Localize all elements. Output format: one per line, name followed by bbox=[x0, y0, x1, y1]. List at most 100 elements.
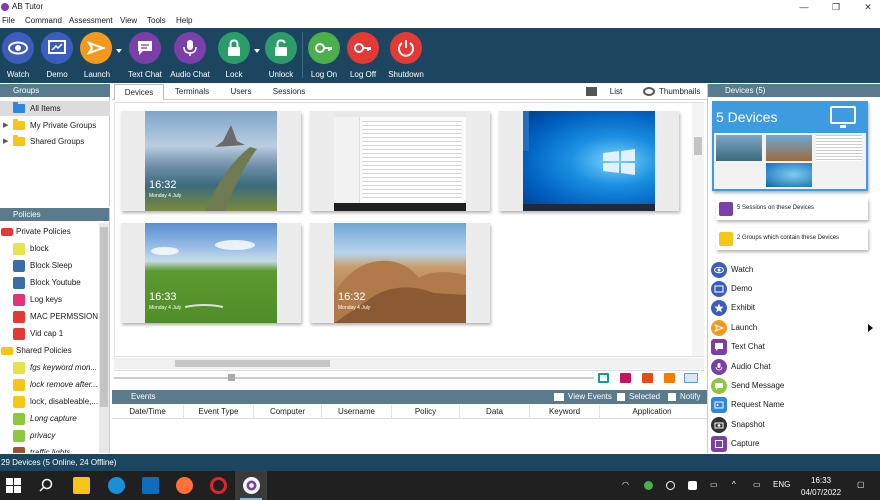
language-indicator[interactable]: ENG bbox=[773, 480, 790, 489]
window-view-icon[interactable] bbox=[620, 373, 631, 383]
shared-policies-category[interactable]: Shared Policies bbox=[0, 342, 98, 359]
column-header[interactable]: Computer bbox=[254, 405, 322, 419]
menu-view[interactable]: View bbox=[120, 16, 137, 25]
action-exhibit[interactable]: Exhibit bbox=[711, 299, 876, 317]
menu-command[interactable]: Command bbox=[25, 16, 62, 25]
policy-item[interactable]: Block Youtube bbox=[0, 274, 98, 291]
action-audio-chat[interactable]: Audio Chat bbox=[711, 358, 876, 376]
policy-item[interactable]: lock, disableable,... bbox=[0, 393, 98, 410]
group-my-private-groups[interactable]: ▶ My Private Groups bbox=[0, 118, 110, 133]
text-chat-button[interactable]: Text Chat bbox=[125, 28, 165, 83]
image-view-icon[interactable] bbox=[642, 373, 653, 383]
policy-item[interactable]: block bbox=[0, 240, 98, 257]
action-capture[interactable]: Capture bbox=[711, 435, 876, 453]
notify-checkbox[interactable] bbox=[668, 393, 676, 401]
group-shared-groups[interactable]: ▶ Shared Groups bbox=[0, 134, 110, 149]
groups-info-button[interactable]: 2 Groups which contain these Devices bbox=[716, 228, 868, 250]
column-header[interactable]: Application bbox=[600, 405, 704, 419]
lock-dropdown-icon[interactable] bbox=[254, 49, 260, 53]
audio-chat-button[interactable]: Audio Chat bbox=[169, 28, 211, 83]
device-thumbnail[interactable]: 16:33 Monday 4 July bbox=[121, 223, 301, 323]
lock-button[interactable]: Lock bbox=[216, 28, 260, 83]
policy-item[interactable]: fgs keyword mon... bbox=[0, 359, 98, 376]
menu-assessment[interactable]: Assessment bbox=[69, 16, 113, 25]
column-header[interactable]: Username bbox=[322, 405, 392, 419]
search-icon[interactable] bbox=[38, 477, 55, 494]
action-watch[interactable]: Watch bbox=[711, 261, 876, 279]
policy-item[interactable]: Log keys bbox=[0, 291, 98, 308]
column-header[interactable]: Data bbox=[460, 405, 530, 419]
action-demo[interactable]: Demo bbox=[711, 280, 876, 298]
edge-icon[interactable] bbox=[108, 477, 125, 494]
log-on-button[interactable]: Log On bbox=[306, 28, 342, 83]
action-send-message[interactable]: Send Message bbox=[711, 377, 876, 395]
network-icon[interactable]: ▭ bbox=[710, 480, 718, 489]
clock-time[interactable]: 16:33 bbox=[811, 476, 831, 485]
action-snapshot[interactable]: Snapshot bbox=[711, 416, 876, 434]
action-launch[interactable]: Launch bbox=[711, 319, 876, 337]
notifications-icon[interactable]: ▢ bbox=[857, 480, 865, 489]
list-view-icon[interactable] bbox=[586, 87, 597, 96]
selected-checkbox[interactable] bbox=[617, 393, 625, 401]
policy-item[interactable]: Vid cap 1 bbox=[0, 325, 98, 342]
maximize-button[interactable]: ❐ bbox=[826, 1, 846, 13]
column-header[interactable]: Date/Time bbox=[112, 405, 184, 419]
thumbnails-horizontal-scrollbar[interactable] bbox=[114, 358, 704, 369]
expand-arrow-icon[interactable]: ▶ bbox=[3, 118, 8, 133]
demo-button[interactable]: Demo bbox=[38, 28, 76, 83]
group-all-items[interactable]: All Items bbox=[0, 101, 110, 116]
eye-icon[interactable] bbox=[643, 87, 655, 96]
device-thumbnail[interactable]: 16:32 Monday 4 July bbox=[121, 111, 301, 211]
view-events-button[interactable]: View Events bbox=[568, 390, 612, 404]
scrollbar-thumb[interactable] bbox=[694, 137, 702, 155]
minimize-button[interactable]: — bbox=[794, 1, 814, 13]
column-header[interactable]: Event Type bbox=[184, 405, 254, 419]
windows-start-icon[interactable] bbox=[5, 477, 22, 494]
file-explorer-icon[interactable] bbox=[73, 477, 90, 494]
wifi-icon[interactable]: ◠ bbox=[622, 480, 629, 489]
unlock-button[interactable]: Unlock bbox=[264, 28, 298, 83]
firefox-icon[interactable] bbox=[176, 477, 193, 494]
device-thumbnail[interactable] bbox=[499, 111, 679, 211]
tab-terminals[interactable]: Terminals bbox=[167, 84, 217, 100]
expand-arrow-icon[interactable]: ▶ bbox=[3, 134, 8, 149]
menu-file[interactable]: File bbox=[2, 16, 15, 25]
eye-view-icon[interactable] bbox=[684, 373, 698, 383]
policies-scrollbar[interactable] bbox=[99, 223, 109, 453]
devices-summary-card[interactable]: 5 Devices bbox=[712, 101, 868, 191]
tab-sessions[interactable]: Sessions bbox=[264, 84, 314, 100]
column-header[interactable]: Policy bbox=[392, 405, 460, 419]
policy-item[interactable]: privacy bbox=[0, 427, 98, 444]
thumbnails-view-button[interactable]: Thumbnails bbox=[659, 84, 707, 100]
zoom-slider-handle[interactable] bbox=[228, 374, 235, 381]
watch-button[interactable]: Watch bbox=[0, 28, 36, 83]
shutdown-button[interactable]: Shutdown bbox=[386, 28, 426, 83]
outlook-icon[interactable] bbox=[142, 477, 159, 494]
private-policies-category[interactable]: Private Policies bbox=[0, 223, 98, 240]
tray-app-icon[interactable] bbox=[666, 481, 675, 490]
action-request-name[interactable]: Request Name bbox=[711, 396, 876, 414]
device-thumbnail[interactable] bbox=[310, 111, 490, 211]
screen-view-icon[interactable] bbox=[598, 373, 609, 383]
sessions-info-button[interactable]: 5 Sessions on these Devices bbox=[716, 198, 868, 220]
thumbnails-scrollbar[interactable] bbox=[692, 103, 704, 356]
opera-icon[interactable] bbox=[210, 477, 227, 494]
close-button[interactable]: ✕ bbox=[858, 1, 878, 13]
launch-dropdown-icon[interactable] bbox=[116, 49, 122, 53]
policy-item[interactable]: traffic lights bbox=[0, 444, 98, 453]
action-text-chat[interactable]: Text Chat bbox=[711, 338, 876, 356]
tab-devices[interactable]: Devices bbox=[114, 84, 164, 100]
battery-icon[interactable]: ▭ bbox=[753, 480, 761, 489]
launch-button[interactable]: Launch bbox=[78, 28, 122, 83]
zoom-slider-track[interactable] bbox=[114, 377, 594, 379]
scrollbar-thumb[interactable] bbox=[175, 360, 330, 367]
policy-item[interactable]: MAC PERMSSIONS bbox=[0, 308, 98, 325]
log-off-button[interactable]: Log Off bbox=[344, 28, 382, 83]
menu-help[interactable]: Help bbox=[176, 16, 192, 25]
clock-date[interactable]: 04/07/2022 bbox=[801, 488, 841, 497]
ab-tutor-taskbar-icon[interactable] bbox=[243, 477, 260, 494]
policy-item[interactable]: Block Sleep bbox=[0, 257, 98, 274]
policy-item[interactable]: lock remove after... bbox=[0, 376, 98, 393]
scrollbar-thumb[interactable] bbox=[100, 227, 108, 407]
tray-app-icon[interactable] bbox=[688, 481, 697, 490]
